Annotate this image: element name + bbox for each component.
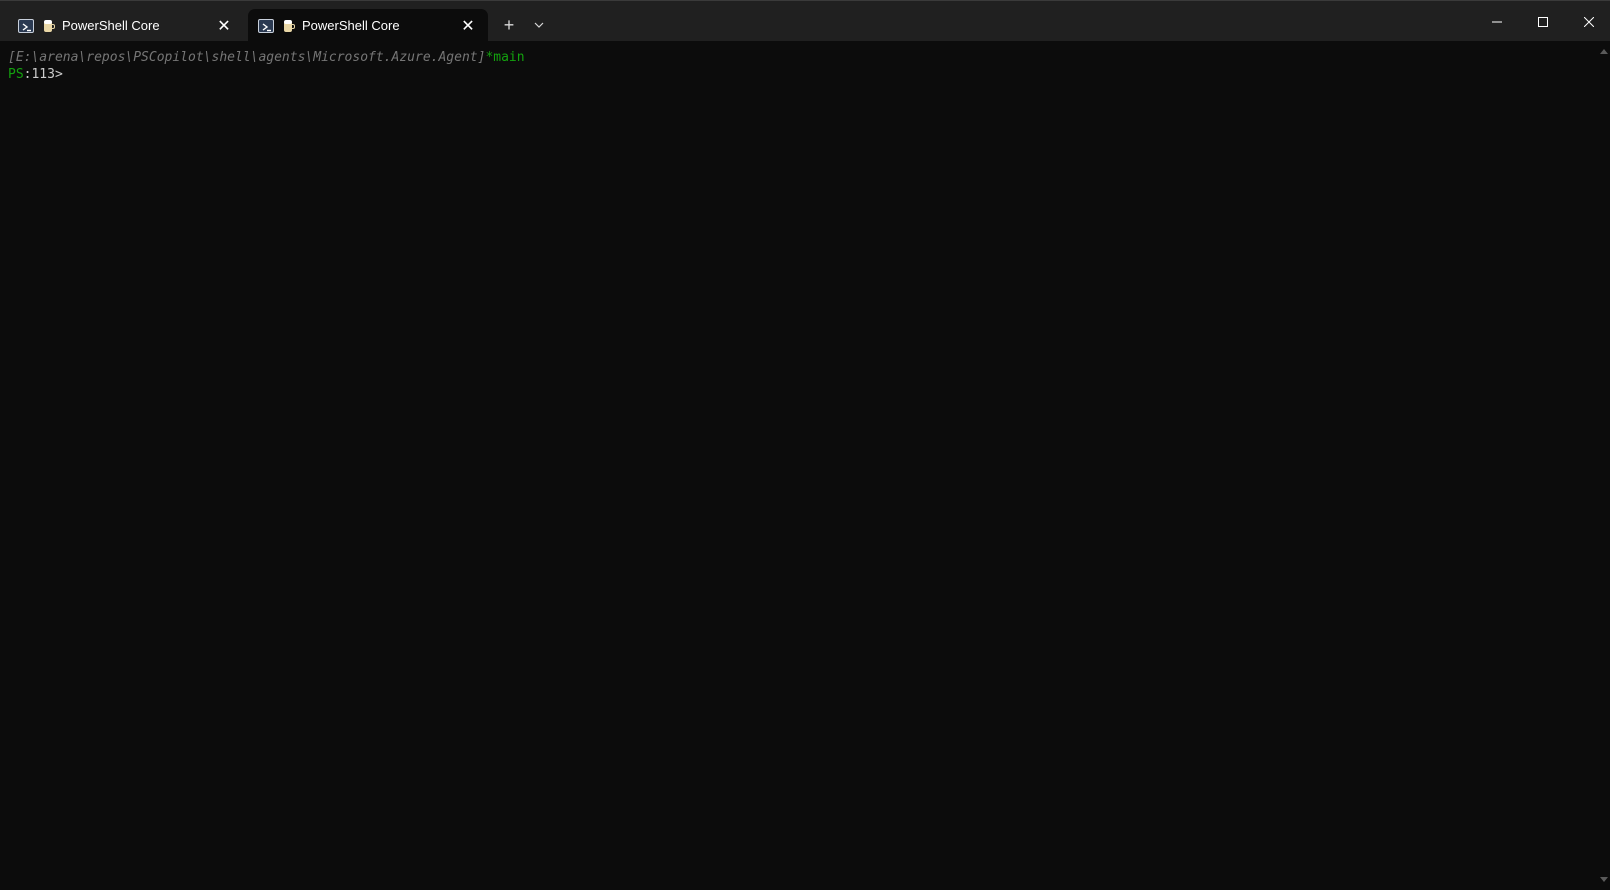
tab-label: PowerShell Core <box>62 18 160 33</box>
minimize-icon <box>1492 21 1502 22</box>
terminal-output[interactable]: [E:\arena\repos\PSCopilot\shell\agents\M… <box>0 41 1596 890</box>
close-window-button[interactable] <box>1566 1 1610 42</box>
close-tab-icon[interactable]: ✕ <box>454 12 482 40</box>
powershell-icon <box>18 18 34 33</box>
scroll-down-icon[interactable] <box>1600 877 1608 882</box>
scroll-up-icon[interactable] <box>1600 49 1608 54</box>
prompt-line: PS:113> <box>8 66 1596 83</box>
terminal-window: PowerShell Core ✕ PowerShell Core ✕ + [E… <box>0 0 1610 890</box>
chevron-down-icon <box>534 22 544 28</box>
prompt-path-line: [E:\arena\repos\PSCopilot\shell\agents\M… <box>8 49 1596 66</box>
tab-powershell-core-2[interactable]: PowerShell Core ✕ <box>248 9 488 42</box>
beer-mug-icon <box>284 19 295 32</box>
beer-mug-icon <box>44 19 55 32</box>
minimize-button[interactable] <box>1474 1 1520 42</box>
scrollbar[interactable] <box>1596 41 1610 890</box>
tab-bar: PowerShell Core ✕ PowerShell Core ✕ + <box>0 0 1610 42</box>
powershell-icon <box>258 18 274 33</box>
current-path: [E:\arena\repos\PSCopilot\shell\agents\M… <box>8 50 486 65</box>
prompt-number: :113> <box>23 67 63 82</box>
maximize-icon <box>1538 16 1548 27</box>
tab-label: PowerShell Core <box>302 18 400 33</box>
new-tab-button[interactable]: + <box>495 11 523 39</box>
tab-powershell-core-1[interactable]: PowerShell Core ✕ <box>8 9 244 42</box>
close-icon <box>1584 16 1594 27</box>
maximize-button[interactable] <box>1520 1 1566 42</box>
tab-dropdown-button[interactable] <box>525 11 553 39</box>
close-tab-icon[interactable]: ✕ <box>210 12 238 40</box>
git-branch: *main <box>485 50 525 65</box>
prompt-ps: PS <box>8 67 24 82</box>
